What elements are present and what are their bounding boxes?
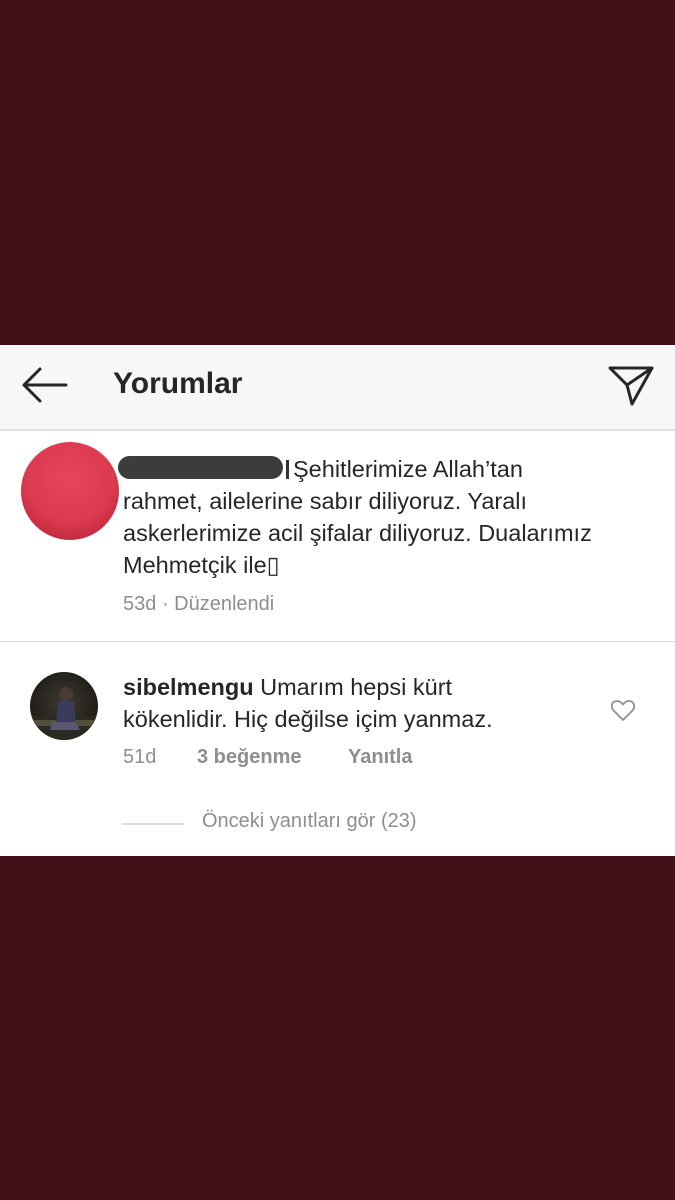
comment-item: Şehitlerimize Allah’tan rahmet, ailelerin… bbox=[0, 431, 675, 642]
heart-outline-icon[interactable] bbox=[610, 698, 636, 722]
reply-button[interactable]: Yanıtla bbox=[348, 746, 412, 769]
comment-text-line1: Şehitlerimize Allah’tan bbox=[293, 456, 523, 482]
missing-glyph: ▯ bbox=[266, 552, 280, 578]
arrow-left-icon[interactable] bbox=[20, 365, 68, 405]
comment-text: Şehitlerimize Allah’tan rahmet, ailelerin… bbox=[123, 453, 643, 581]
meta-separator: · bbox=[161, 593, 169, 615]
comment-meta: 53d · Düzenlendi bbox=[123, 593, 274, 616]
avatar-photo-icon bbox=[30, 687, 98, 740]
avatar[interactable] bbox=[30, 672, 98, 740]
comments-screen: Yorumlar Şehitlerimize Allah’tan rahmet, … bbox=[0, 345, 675, 856]
comment-username[interactable]: sibelmengu bbox=[123, 674, 254, 700]
avatar[interactable] bbox=[21, 442, 119, 540]
page-title: Yorumlar bbox=[113, 367, 243, 400]
comment-time: 53d bbox=[123, 593, 157, 615]
comment-text-rest: rahmet, ailelerine sabır diliyoruz. Yara… bbox=[123, 488, 592, 578]
likes-count-link[interactable]: 3 beğenme bbox=[197, 746, 301, 769]
view-previous-replies-label[interactable]: Önceki yanıtları gör (23) bbox=[202, 810, 417, 833]
view-previous-replies[interactable]: Önceki yanıtları gör (23) bbox=[122, 810, 522, 840]
comment-time: 51d bbox=[123, 746, 157, 768]
paper-plane-icon[interactable] bbox=[606, 363, 656, 409]
edited-label: Düzenlendi bbox=[174, 593, 275, 615]
comment-text: sibelmengu Umarım hepsi kürt kökenlidir.… bbox=[123, 671, 563, 735]
divider-line bbox=[122, 823, 184, 825]
comment-item: sibelmengu Umarım hepsi kürt kökenlidir.… bbox=[0, 655, 675, 795]
top-bar: Yorumlar bbox=[0, 345, 675, 431]
